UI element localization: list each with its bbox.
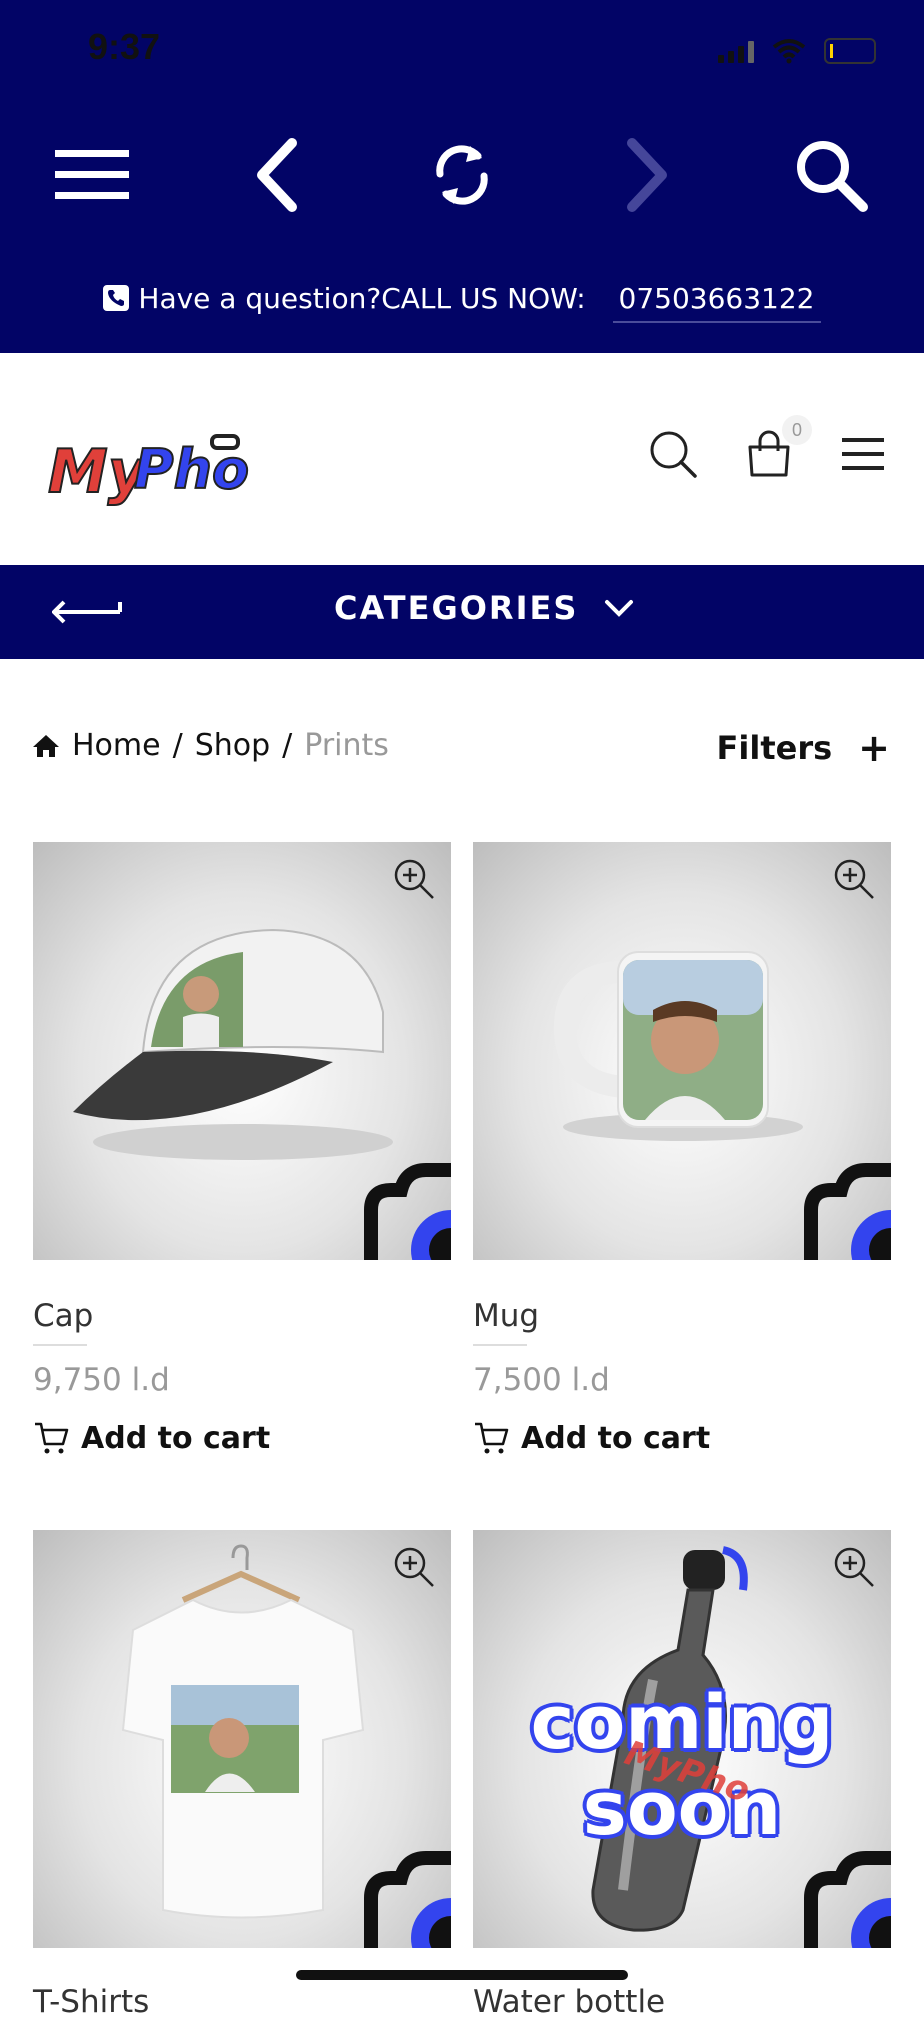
- site-menu-icon[interactable]: [842, 437, 884, 471]
- browser-search-button[interactable]: [776, 120, 886, 230]
- search-icon: [797, 141, 868, 212]
- product-image-cap[interactable]: [33, 842, 451, 1260]
- add-to-cart-button[interactable]: Add to cart: [473, 1420, 891, 1456]
- product-image-water-bottle[interactable]: coming soon MyPho: [473, 1530, 891, 1948]
- back-button[interactable]: [222, 120, 332, 230]
- product-card-water-bottle[interactable]: coming soon MyPho Water bottle: [473, 1530, 891, 2020]
- menu-button[interactable]: [37, 120, 147, 230]
- hamburger-icon: [55, 150, 129, 199]
- site-logo[interactable]: My Pho: [44, 430, 264, 515]
- breadcrumb-separator: /: [282, 728, 293, 763]
- status-icons: [718, 36, 876, 66]
- chevron-down-icon: [604, 600, 633, 617]
- contact-phone-link[interactable]: 07503663122: [612, 282, 821, 323]
- breadcrumb-shop[interactable]: Shop: [195, 728, 270, 763]
- wifi-icon: [772, 39, 806, 64]
- camera-watermark-icon: [804, 1851, 891, 1948]
- signal-icon: [718, 39, 754, 63]
- zoom-in-icon[interactable]: [833, 858, 875, 900]
- status-time: 9:37: [88, 26, 161, 67]
- cart-count-badge: 0: [782, 415, 812, 445]
- home-indicator: [296, 1970, 628, 1980]
- chevron-right-icon: [627, 138, 667, 212]
- product-image-tshirts[interactable]: [33, 1530, 451, 1948]
- cart-icon: [35, 1422, 69, 1454]
- battery-icon: [824, 38, 876, 64]
- contact-question: Have a question?CALL US NOW:: [138, 282, 586, 315]
- product-title[interactable]: T-Shirts: [33, 1984, 451, 2020]
- phone-icon: [103, 285, 130, 311]
- product-card-mug[interactable]: Mug 7,500 l.d Add to cart: [473, 842, 891, 1456]
- cart-button[interactable]: 0: [746, 415, 812, 479]
- cart-icon: [475, 1422, 509, 1454]
- chevron-left-icon: [257, 138, 297, 212]
- site-search-icon[interactable]: [648, 429, 698, 479]
- zoom-in-icon[interactable]: [393, 1546, 435, 1588]
- categories-bar: CATEGORIES: [0, 565, 924, 659]
- categories-dropdown[interactable]: CATEGORIES: [334, 589, 634, 627]
- top-bar: 9:37 Have a question?CALL US NOW: 075036…: [0, 0, 924, 353]
- product-card-cap[interactable]: Cap 9,750 l.d Add to cart: [33, 842, 451, 1456]
- zoom-in-icon[interactable]: [833, 1546, 875, 1588]
- title-divider: [33, 1344, 87, 1346]
- forward-button[interactable]: [592, 120, 702, 230]
- title-divider: [473, 1344, 527, 1346]
- camera-watermark-icon: [364, 1851, 451, 1948]
- product-title[interactable]: Cap: [33, 1298, 451, 1334]
- categories-label: CATEGORIES: [334, 589, 579, 627]
- camera-watermark-icon: [364, 1163, 451, 1260]
- product-title[interactable]: Mug: [473, 1298, 891, 1334]
- arrow-left-icon[interactable]: [52, 597, 122, 627]
- home-icon: [33, 734, 59, 757]
- product-price: 9,750 l.d: [33, 1362, 170, 1398]
- zoom-in-icon[interactable]: [393, 858, 435, 900]
- product-title[interactable]: Water bottle: [473, 1984, 891, 2020]
- add-to-cart-button[interactable]: Add to cart: [33, 1420, 451, 1456]
- add-to-cart-label: Add to cart: [521, 1420, 711, 1456]
- contact-banner: Have a question?CALL US NOW: 07503663122: [0, 282, 924, 323]
- add-to-cart-label: Add to cart: [81, 1420, 271, 1456]
- reload-button[interactable]: [407, 120, 517, 230]
- filters-label: Filters: [716, 729, 833, 767]
- breadcrumb-separator: /: [172, 728, 183, 763]
- reload-icon: [436, 145, 488, 205]
- camera-watermark-icon: [804, 1163, 891, 1260]
- product-image-mug[interactable]: [473, 842, 891, 1260]
- mypho-logo: My Pho: [47, 434, 250, 508]
- browser-nav-row: [0, 120, 924, 230]
- breadcrumb: Home / Shop / Prints: [32, 728, 389, 763]
- plus-icon: +: [858, 726, 890, 770]
- product-card-tshirts[interactable]: T-Shirts: [33, 1530, 451, 2020]
- filters-toggle[interactable]: Filters +: [717, 726, 890, 770]
- breadcrumb-current: Prints: [304, 728, 389, 763]
- breadcrumb-home[interactable]: Home: [72, 728, 161, 763]
- product-price: 7,500 l.d: [473, 1362, 610, 1398]
